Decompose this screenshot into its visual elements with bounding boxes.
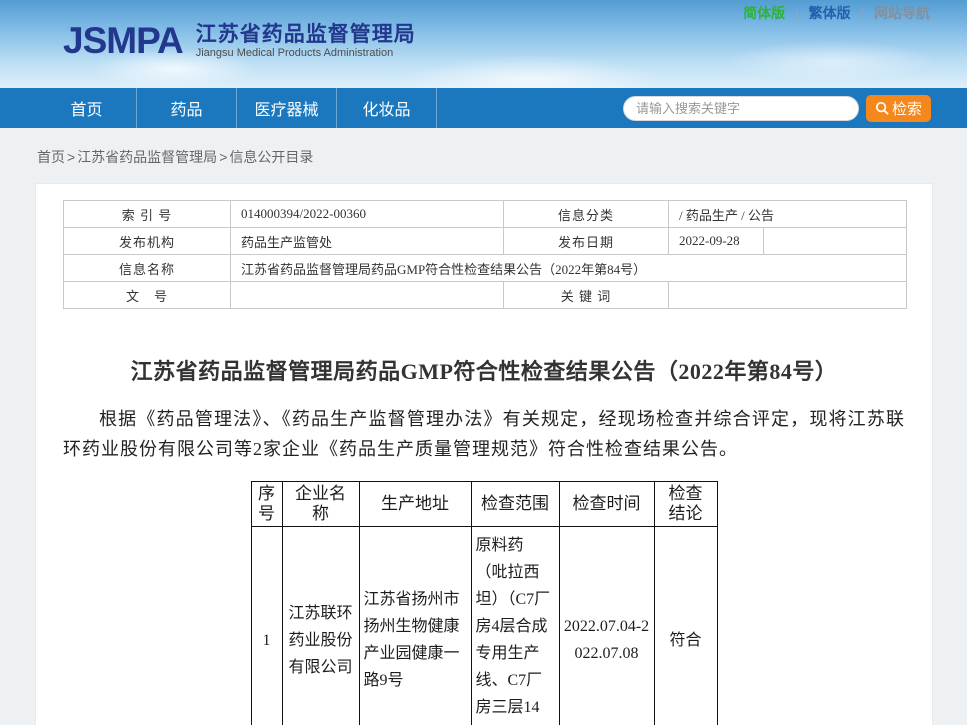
col-header-conclusion: 检查结论 [654,482,717,527]
meta-value-publisher: 药品生产监管处 [231,228,504,255]
search-button[interactable]: 检索 [866,95,931,122]
meta-value-index-no: 014000394/2022-00360 [231,201,504,228]
meta-row-docnum: 文 号 关 键 词 [64,282,907,309]
col-header-scope: 检查范围 [471,482,559,527]
meta-row-publisher: 发布机构 药品生产监管处 发布日期 2022-09-28 [64,228,907,255]
meta-label-publish-date: 发布日期 [504,228,669,255]
site-header: 简体版 | 繁体版 | 网站导航 JSMPA 江苏省药品监督管理局 Jiangs… [0,0,967,88]
inspection-results-table: 序号 企业名称 生产地址 检查范围 检查时间 检查结论 1 江苏联环药业股份有限… [251,481,718,725]
cell-address: 江苏省扬州市扬州生物健康产业园健康一路9号 [359,527,471,725]
nav-tab-cosmetics[interactable]: 化妆品 [337,88,437,128]
results-header-row: 序号 企业名称 生产地址 检查范围 检查时间 检查结论 [251,482,717,527]
document-meta-table: 索 引 号 014000394/2022-00360 信息分类 / 药品生产 /… [63,200,907,309]
brand-abbreviation: JSMPA [63,21,183,61]
main-navigation: 首页 药品 医疗器械 化妆品 检索 [0,88,967,128]
page-title: 江苏省药品监督管理局药品GMP符合性检查结果公告（2022年第84号） [63,354,905,386]
divider: | [795,5,799,21]
breadcrumb-separator: > [219,149,227,165]
meta-value-info-name: 江苏省药品监督管理局药品GMP符合性检查结果公告（2022年第84号） [231,255,907,282]
meta-label-info-name: 信息名称 [64,255,231,282]
nav-tab-home[interactable]: 首页 [37,88,137,128]
brand-logo[interactable]: JSMPA 江苏省药品监督管理局 Jiangsu Medical Product… [63,21,416,61]
cell-conclusion: 符合 [654,527,717,725]
breadcrumb-separator: > [67,149,75,165]
breadcrumb-directory[interactable]: 信息公开目录 [229,149,313,165]
cell-company: 江苏联环药业股份有限公司 [282,527,359,725]
meta-value-doc-number [231,282,504,309]
search-input[interactable] [623,96,859,121]
meta-value-keywords [669,282,907,309]
cell-serial: 1 [251,527,282,725]
meta-row-title: 信息名称 江苏省药品监督管理局药品GMP符合性检查结果公告（2022年第84号） [64,255,907,282]
meta-label-category: 信息分类 [504,201,669,228]
col-header-serial: 序号 [251,482,282,527]
announcement-paragraph: 根据《药品管理法》、《药品生产监督管理办法》有关规定，经现场检查并综合评定，现将… [63,404,905,464]
nav-tab-medical-devices[interactable]: 医疗器械 [237,88,337,128]
site-title-chinese: 江苏省药品监督管理局 [196,23,416,47]
table-row: 1 江苏联环药业股份有限公司 江苏省扬州市扬州生物健康产业园健康一路9号 原料药… [251,527,717,725]
site-title-english: Jiangsu Medical Products Administration [196,47,416,60]
meta-row-index: 索 引 号 014000394/2022-00360 信息分类 / 药品生产 /… [64,201,907,228]
col-header-time: 检查时间 [559,482,654,527]
search-icon [875,101,890,116]
meta-value-publish-date: 2022-09-28 [669,228,764,255]
col-header-address: 生产地址 [359,482,471,527]
nav-tab-drugs[interactable]: 药品 [137,88,237,128]
search-area: 检索 [623,88,931,128]
meta-label-keywords: 关 键 词 [504,282,669,309]
traditional-chinese-link[interactable]: 繁体版 [809,5,851,21]
breadcrumb-home[interactable]: 首页 [37,149,65,165]
content-panel: 索 引 号 014000394/2022-00360 信息分类 / 药品生产 /… [35,183,933,725]
cell-time: 2022.07.04-2022.07.08 [559,527,654,725]
meta-empty-cell [764,228,907,255]
simplified-chinese-link[interactable]: 简体版 [743,5,785,21]
cell-scope: 原料药（吡拉西坦）（C7厂房4层合成专用生产线、C7厂房三层14号精烘包） [471,527,559,725]
search-button-label: 检索 [892,98,922,119]
sitemap-link[interactable]: 网站导航 [874,5,930,21]
meta-label-index-no: 索 引 号 [64,201,231,228]
col-header-company: 企业名称 [282,482,359,527]
breadcrumb-bureau[interactable]: 江苏省药品监督管理局 [77,149,217,165]
meta-value-category: / 药品生产 / 公告 [669,201,907,228]
top-utility-links: 简体版 | 繁体版 | 网站导航 [743,3,930,23]
meta-label-publisher: 发布机构 [64,228,231,255]
breadcrumb: 首页>江苏省药品监督管理局>信息公开目录 [0,128,967,183]
divider: | [860,5,864,21]
meta-label-doc-number: 文 号 [64,282,231,309]
